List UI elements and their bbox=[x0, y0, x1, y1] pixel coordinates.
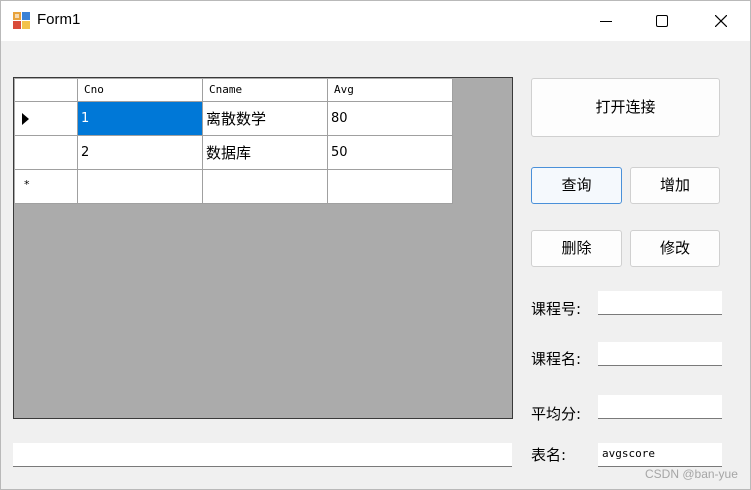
watermark: CSDN @ban-yue bbox=[645, 467, 738, 481]
row-header-2[interactable] bbox=[15, 136, 78, 170]
row-header-new[interactable]: * bbox=[15, 170, 78, 204]
open-connection-button[interactable]: 打开连接 bbox=[531, 78, 720, 137]
maximize-button[interactable] bbox=[639, 1, 685, 41]
course-name-field[interactable] bbox=[598, 342, 722, 366]
grid-cell-new[interactable] bbox=[78, 170, 203, 204]
course-no-field[interactable] bbox=[598, 291, 722, 315]
bottom-textbox[interactable] bbox=[13, 443, 512, 467]
grid-cell-new[interactable] bbox=[328, 170, 453, 204]
query-button[interactable]: 查询 bbox=[531, 167, 622, 204]
window-title: Form1 bbox=[37, 11, 81, 28]
grid-cell-new[interactable] bbox=[203, 170, 328, 204]
minimize-icon bbox=[600, 21, 612, 22]
grid-cell[interactable]: 80 bbox=[328, 102, 453, 136]
grid-cell[interactable]: 数据库 bbox=[203, 136, 328, 170]
app-icon bbox=[13, 12, 30, 29]
data-grid[interactable]: Cno Cname Avg 1 离散数学 80 2 数据库 50 * bbox=[13, 77, 513, 419]
table-name-label: 表名: bbox=[531, 446, 567, 464]
grid-cell[interactable]: 1 bbox=[78, 102, 203, 136]
grid-cell[interactable]: 2 bbox=[78, 136, 203, 170]
column-header-avg[interactable]: Avg bbox=[328, 79, 453, 102]
average-label: 平均分: bbox=[531, 405, 582, 423]
course-name-label: 课程名: bbox=[531, 350, 582, 368]
grid-cell[interactable]: 离散数学 bbox=[203, 102, 328, 136]
grid-cell[interactable]: 50 bbox=[328, 136, 453, 170]
maximize-icon bbox=[656, 15, 668, 27]
new-row-marker: * bbox=[24, 178, 30, 191]
column-header-cname[interactable]: Cname bbox=[203, 79, 328, 102]
add-button[interactable]: 增加 bbox=[630, 167, 720, 204]
close-icon bbox=[715, 15, 727, 27]
minimize-button[interactable] bbox=[583, 1, 629, 41]
close-button[interactable] bbox=[698, 1, 744, 41]
column-header-cno[interactable]: Cno bbox=[78, 79, 203, 102]
window: Form1 Cno Cname Avg 1 离散数学 80 2 数据库 50 * bbox=[0, 0, 751, 490]
grid-corner-header[interactable] bbox=[15, 79, 78, 102]
table-name-field[interactable]: avgscore bbox=[598, 443, 722, 467]
course-no-label: 课程号: bbox=[531, 300, 582, 318]
delete-button[interactable]: 删除 bbox=[531, 230, 622, 267]
current-row-arrow-icon bbox=[22, 113, 29, 125]
row-header-1[interactable] bbox=[15, 102, 78, 136]
average-field[interactable] bbox=[598, 395, 722, 419]
title-bar[interactable]: Form1 bbox=[1, 1, 750, 41]
modify-button[interactable]: 修改 bbox=[630, 230, 720, 267]
